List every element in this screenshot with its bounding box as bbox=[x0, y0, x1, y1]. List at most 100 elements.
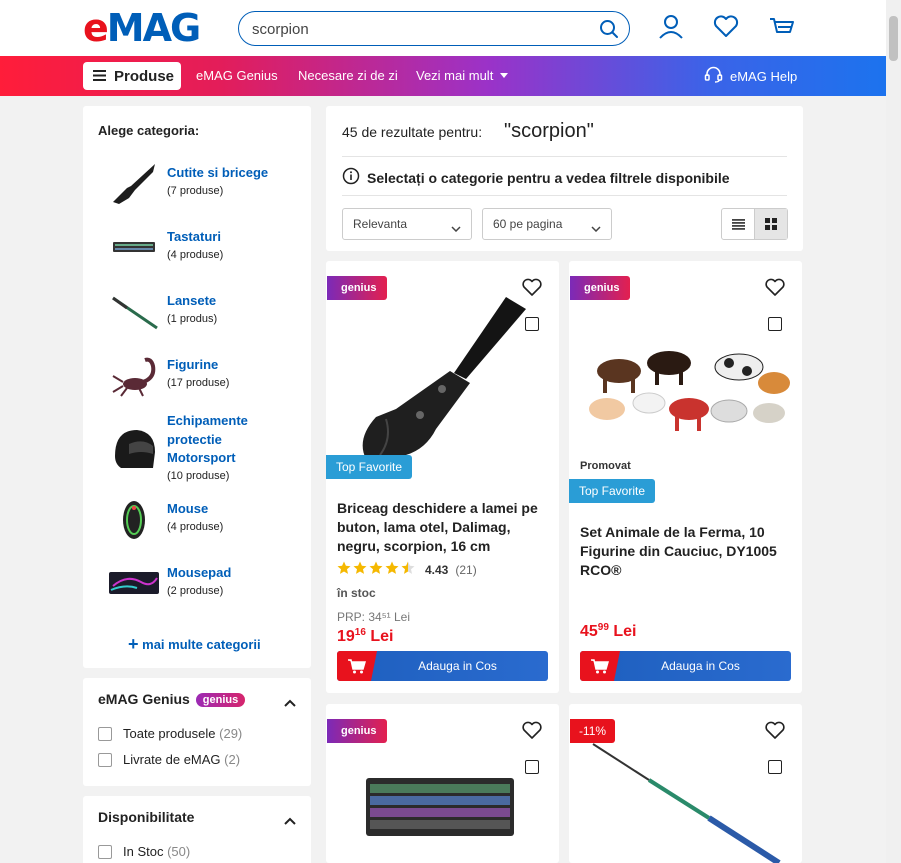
product-card[interactable]: genius bbox=[326, 704, 559, 863]
list-view-icon[interactable] bbox=[722, 209, 755, 239]
nav-link-genius[interactable]: eMAG Genius bbox=[196, 68, 278, 83]
headset-icon bbox=[704, 66, 723, 86]
heart-icon[interactable] bbox=[765, 278, 785, 302]
category-count: (17 produse) bbox=[167, 376, 230, 389]
sort-select[interactable]: Relevanta bbox=[342, 208, 472, 240]
heart-icon[interactable] bbox=[522, 721, 542, 745]
nav-link-more[interactable]: Vezi mai mult bbox=[416, 68, 508, 83]
add-to-cart-button[interactable]: Adauga in Cos bbox=[580, 651, 791, 681]
availability-filter-title[interactable]: Disponibilitate bbox=[98, 809, 194, 825]
category-name: Echipamente protectie Motorsport bbox=[167, 413, 248, 465]
filter-option-all-products[interactable]: Toate produsele (29) bbox=[98, 726, 242, 741]
prp-price: PRP: 34⁵¹ Lei bbox=[337, 610, 411, 624]
plus-icon: + bbox=[128, 634, 139, 654]
product-title[interactable]: Set Animale de la Ferma, 10 Figurine din… bbox=[580, 523, 795, 580]
genius-tag: genius bbox=[327, 719, 387, 743]
star-icon bbox=[337, 561, 351, 578]
category-item-fishing-rods[interactable]: Lansete (1 produs) bbox=[107, 284, 307, 338]
genius-tag: genius bbox=[570, 276, 630, 300]
fishing-rod-thumbnail bbox=[107, 284, 161, 338]
top-favorite-badge: Top Favorite bbox=[569, 479, 656, 503]
category-name: Figurine bbox=[167, 357, 219, 372]
compare-checkbox[interactable] bbox=[768, 317, 782, 331]
emag-help-link[interactable]: eMAG Help bbox=[704, 66, 797, 86]
emag-logo[interactable]: eMAG bbox=[83, 9, 201, 47]
add-to-cart-button[interactable]: Adauga in Cos bbox=[337, 651, 548, 681]
availability-filter-panel: Disponibilitate In Stoc (50) bbox=[83, 796, 311, 863]
page-scrollbar[interactable] bbox=[886, 0, 901, 863]
search-icon[interactable] bbox=[599, 19, 619, 44]
product-card[interactable]: genius Top Favorite Briceag deschidere a… bbox=[326, 261, 559, 693]
results-count: 45 de rezultate pentru: bbox=[342, 124, 483, 140]
product-image-fishing-rod[interactable] bbox=[589, 740, 789, 863]
category-item-motorsport[interactable]: Echipamente protectie Motorsport (10 pro… bbox=[107, 412, 307, 486]
filter-option-delivered-by-emag[interactable]: Livrate de eMAG (2) bbox=[98, 752, 240, 767]
rating-score: 4.43 bbox=[425, 562, 449, 577]
category-item-mouse[interactable]: Mouse (4 produse) bbox=[107, 492, 307, 546]
chevron-down-icon bbox=[451, 221, 461, 235]
category-item-figurines[interactable]: Figurine (17 produse) bbox=[107, 348, 307, 402]
category-item-keyboards[interactable]: Tastaturi (4 produse) bbox=[107, 220, 307, 274]
product-image-keyboard[interactable] bbox=[366, 776, 516, 838]
top-header: eMAG bbox=[0, 0, 886, 56]
grid-view-icon[interactable] bbox=[755, 209, 787, 239]
more-categories-link[interactable]: + mai multe categorii bbox=[128, 634, 261, 655]
checkbox[interactable] bbox=[98, 752, 112, 767]
helmet-thumbnail bbox=[107, 422, 161, 476]
chevron-down-icon bbox=[591, 221, 601, 235]
half-star-icon bbox=[401, 561, 415, 578]
category-item-mousepad[interactable]: Mousepad (2 produse) bbox=[107, 556, 307, 610]
results-header: 45 de rezultate pentru: "scorpion" Selec… bbox=[326, 106, 803, 251]
category-count: (2 produse) bbox=[167, 584, 224, 597]
mousepad-thumbnail bbox=[107, 556, 161, 610]
caret-down-icon bbox=[497, 68, 508, 83]
chevron-up-icon[interactable] bbox=[284, 812, 296, 830]
product-price: 1916 Lei bbox=[337, 627, 394, 645]
compare-checkbox[interactable] bbox=[525, 760, 539, 774]
star-icon bbox=[353, 561, 367, 578]
divider bbox=[342, 156, 787, 157]
nav-bar: Produse eMAG Genius Necesare zi de zi Ve… bbox=[0, 56, 886, 96]
favorites-icon[interactable] bbox=[713, 14, 739, 45]
view-toggle bbox=[721, 208, 788, 240]
stock-status: în stoc bbox=[337, 586, 376, 600]
cart-icon[interactable] bbox=[769, 14, 795, 45]
per-page-select[interactable]: 60 pe pagina bbox=[482, 208, 612, 240]
product-rating: 4.43 (21) bbox=[337, 561, 477, 578]
product-image-farm-animals[interactable] bbox=[579, 331, 794, 441]
nav-link-daily[interactable]: Necesare zi de zi bbox=[298, 68, 398, 83]
checkbox[interactable] bbox=[98, 844, 112, 859]
category-name: Mousepad bbox=[167, 565, 232, 580]
checkbox[interactable] bbox=[98, 726, 112, 741]
scorpion-thumbnail bbox=[107, 348, 161, 402]
genius-filter-title[interactable]: eMAG Genius genius bbox=[98, 691, 246, 707]
product-price: 4599 Lei bbox=[580, 622, 637, 640]
promoted-label: Promovat bbox=[580, 460, 631, 472]
category-count: (4 produse) bbox=[167, 520, 224, 533]
category-name: Cutite si bricege bbox=[167, 165, 269, 180]
product-card[interactable]: genius Promovat Top Favorite Set Animale… bbox=[569, 261, 802, 693]
category-count: (10 produse) bbox=[167, 469, 230, 482]
search-box bbox=[238, 11, 630, 46]
account-icon[interactable] bbox=[658, 14, 684, 45]
product-card[interactable]: -11% bbox=[569, 704, 802, 863]
product-image-knife[interactable] bbox=[346, 289, 536, 459]
filter-option-in-stock[interactable]: In Stoc (50) bbox=[98, 844, 190, 859]
genius-filter-panel: eMAG Genius genius Toate produsele (29) L… bbox=[83, 678, 311, 786]
scrollbar-thumb[interactable] bbox=[889, 16, 898, 61]
review-count: (21) bbox=[455, 562, 477, 577]
category-item-knives[interactable]: Cutite si bricege (7 produse) bbox=[107, 156, 307, 210]
chevron-up-icon[interactable] bbox=[284, 694, 296, 712]
products-menu-button[interactable]: Produse bbox=[83, 62, 181, 90]
hamburger-icon bbox=[93, 68, 106, 85]
top-favorite-badge: Top Favorite bbox=[326, 455, 413, 479]
knife-thumbnail bbox=[107, 156, 161, 210]
category-name: Lansete bbox=[167, 293, 217, 308]
category-name: Mouse bbox=[167, 501, 209, 516]
search-input[interactable] bbox=[252, 19, 582, 39]
keyboard-thumbnail bbox=[107, 220, 161, 274]
divider bbox=[342, 195, 787, 196]
product-title[interactable]: Briceag deschidere a lamei pe buton, lam… bbox=[337, 499, 552, 556]
category-name: Tastaturi bbox=[167, 229, 221, 244]
category-count: (1 produs) bbox=[167, 312, 218, 325]
